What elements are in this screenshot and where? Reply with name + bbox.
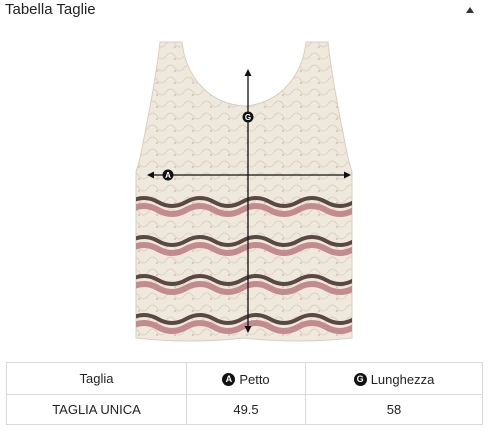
chest-marker-icon: A	[222, 373, 236, 386]
collapse-toggle[interactable]	[463, 3, 477, 17]
size-column-header: Taglia	[6, 362, 187, 395]
size-cell: TAGLIA UNICA	[6, 394, 187, 425]
caret-up-icon	[466, 7, 474, 13]
length-cell: 58	[305, 394, 483, 425]
chest-column-header: A Petto	[186, 362, 306, 395]
garment-body	[135, 41, 353, 342]
panel-header: Tabella Taglie	[0, 0, 489, 22]
length-marker-icon: G	[353, 373, 367, 386]
panel-title: Tabella Taglie	[5, 1, 96, 18]
garment-figure: A G	[130, 38, 358, 353]
size-table-header: Taglia A Petto G Lunghezza	[6, 362, 483, 395]
chest-marker: A	[162, 169, 174, 181]
table-row: TAGLIA UNICA 49.5 58	[6, 394, 483, 425]
garment-illustration: A G	[135, 41, 353, 342]
svg-text:A: A	[165, 171, 171, 180]
chest-cell: 49.5	[186, 394, 306, 425]
svg-text:G: G	[245, 113, 251, 122]
length-column-header: G Lunghezza	[305, 362, 483, 395]
size-table: Taglia A Petto G Lunghezza TAGLIA UNICA …	[6, 362, 483, 425]
length-marker: G	[242, 111, 254, 123]
